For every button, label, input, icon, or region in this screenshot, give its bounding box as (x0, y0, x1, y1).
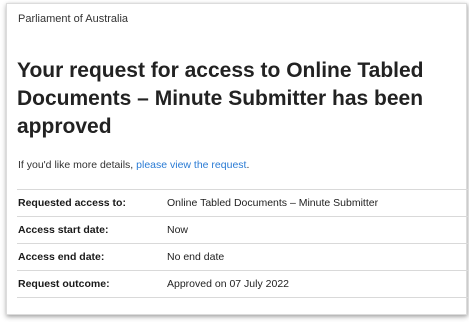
row-value-start-date: Now (167, 224, 189, 236)
row-label-outcome: Request outcome: (18, 278, 110, 290)
email-card: Parliament of Australia Your request for… (6, 3, 468, 315)
request-details-table: Requested access to: Online Tabled Docum… (17, 189, 468, 298)
organisation-name: Parliament of Australia (18, 13, 129, 25)
table-row: Access end date: No end date (17, 244, 468, 271)
details-line: If you'd like more details, please view … (18, 159, 249, 171)
page-title: Your request for access to Online Tabled… (17, 59, 424, 138)
table-row: Access start date: Now (17, 217, 468, 244)
row-label-requested-access: Requested access to: (18, 197, 126, 209)
table-row: Request outcome: Approved on 07 July 202… (17, 271, 468, 298)
row-label-end-date: Access end date: (18, 251, 105, 263)
row-value-requested-access: Online Tabled Documents – Minute Submitt… (167, 197, 379, 209)
view-request-link[interactable]: please view the request (136, 159, 246, 171)
details-suffix: . (246, 159, 250, 171)
row-value-end-date: No end date (167, 251, 225, 263)
table-row: Requested access to: Online Tabled Docum… (17, 190, 468, 217)
row-label-start-date: Access start date: (18, 224, 109, 236)
details-prefix: If you'd like more details, (18, 159, 137, 171)
row-value-outcome: Approved on 07 July 2022 (167, 278, 290, 290)
